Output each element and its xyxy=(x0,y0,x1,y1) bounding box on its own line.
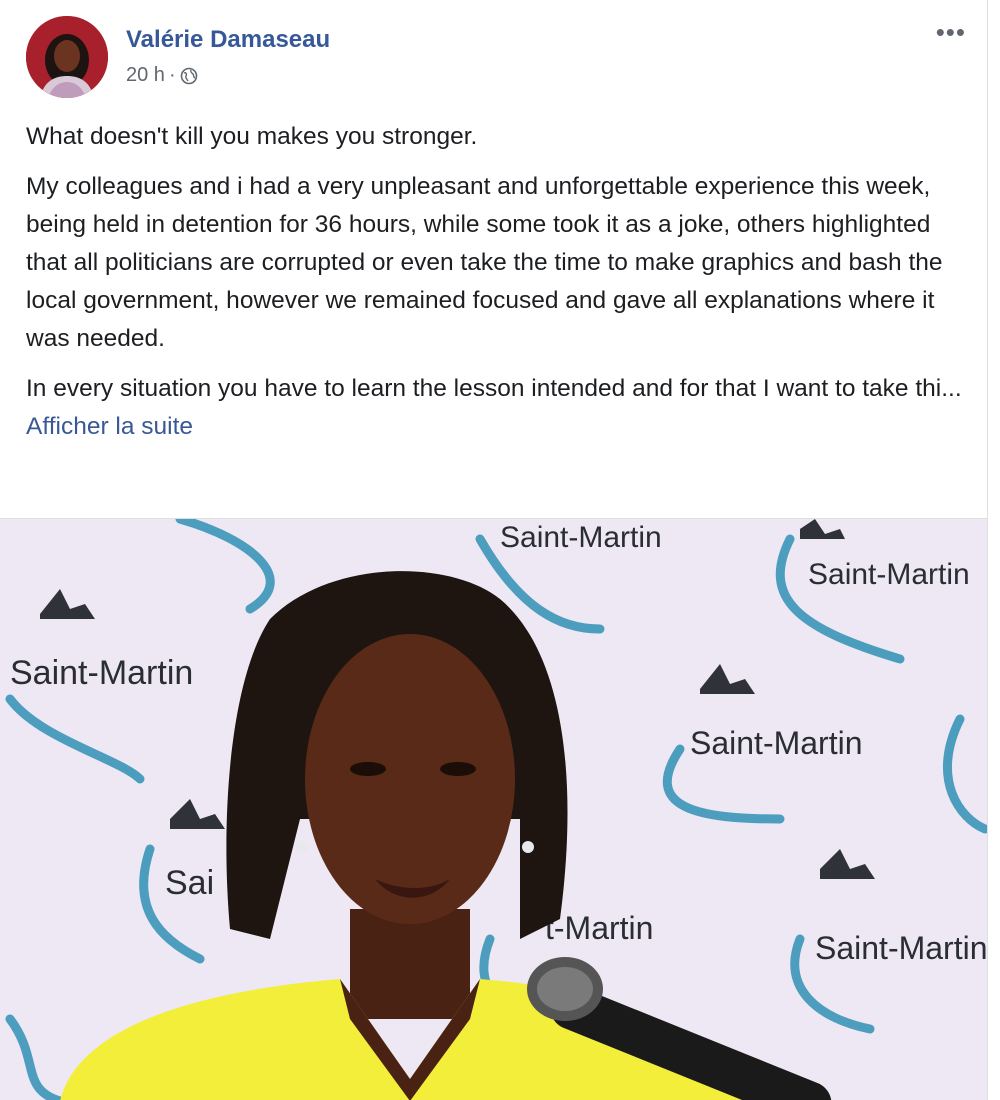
svg-text:Saint-Martin: Saint-Martin xyxy=(690,725,863,761)
post-photo[interactable]: Saint-Martin Saint-Martin Saint-Martin S… xyxy=(0,518,988,1100)
truncated-text: In every situation you have to learn the… xyxy=(26,375,962,402)
author-name[interactable]: Valérie Damaseau xyxy=(126,26,330,54)
svg-text:t-Martin: t-Martin xyxy=(545,910,653,946)
post-header: Valérie Damaseau 20 h · ••• xyxy=(0,0,987,110)
more-options-icon[interactable]: ••• xyxy=(936,19,966,45)
globe-icon[interactable] xyxy=(180,67,198,85)
facebook-post: Valérie Damaseau 20 h · ••• What doesn't… xyxy=(0,0,988,1100)
svg-text:Saint-Martin: Saint-Martin xyxy=(815,930,988,966)
post-paragraph: My colleagues and i had a very unpleasan… xyxy=(26,173,943,352)
post-text: What doesn't kill you makes you stronger… xyxy=(26,118,966,458)
svg-text:Saint-Martin: Saint-Martin xyxy=(10,654,193,692)
see-more-link[interactable]: Afficher la suite xyxy=(26,413,193,440)
svg-text:Saint-Martin: Saint-Martin xyxy=(500,521,662,554)
svg-text:Sai: Sai xyxy=(165,864,214,902)
post-timestamp[interactable]: 20 h xyxy=(126,64,165,87)
post-paragraph-truncated: In every situation you have to learn the… xyxy=(26,370,966,446)
svg-text:Saint-Martin: Saint-Martin xyxy=(808,558,970,591)
author-avatar[interactable] xyxy=(26,16,108,98)
meta-separator: · xyxy=(168,64,176,86)
post-meta: 20 h · xyxy=(126,64,198,87)
post-paragraph: What doesn't kill you makes you stronger… xyxy=(26,123,478,150)
